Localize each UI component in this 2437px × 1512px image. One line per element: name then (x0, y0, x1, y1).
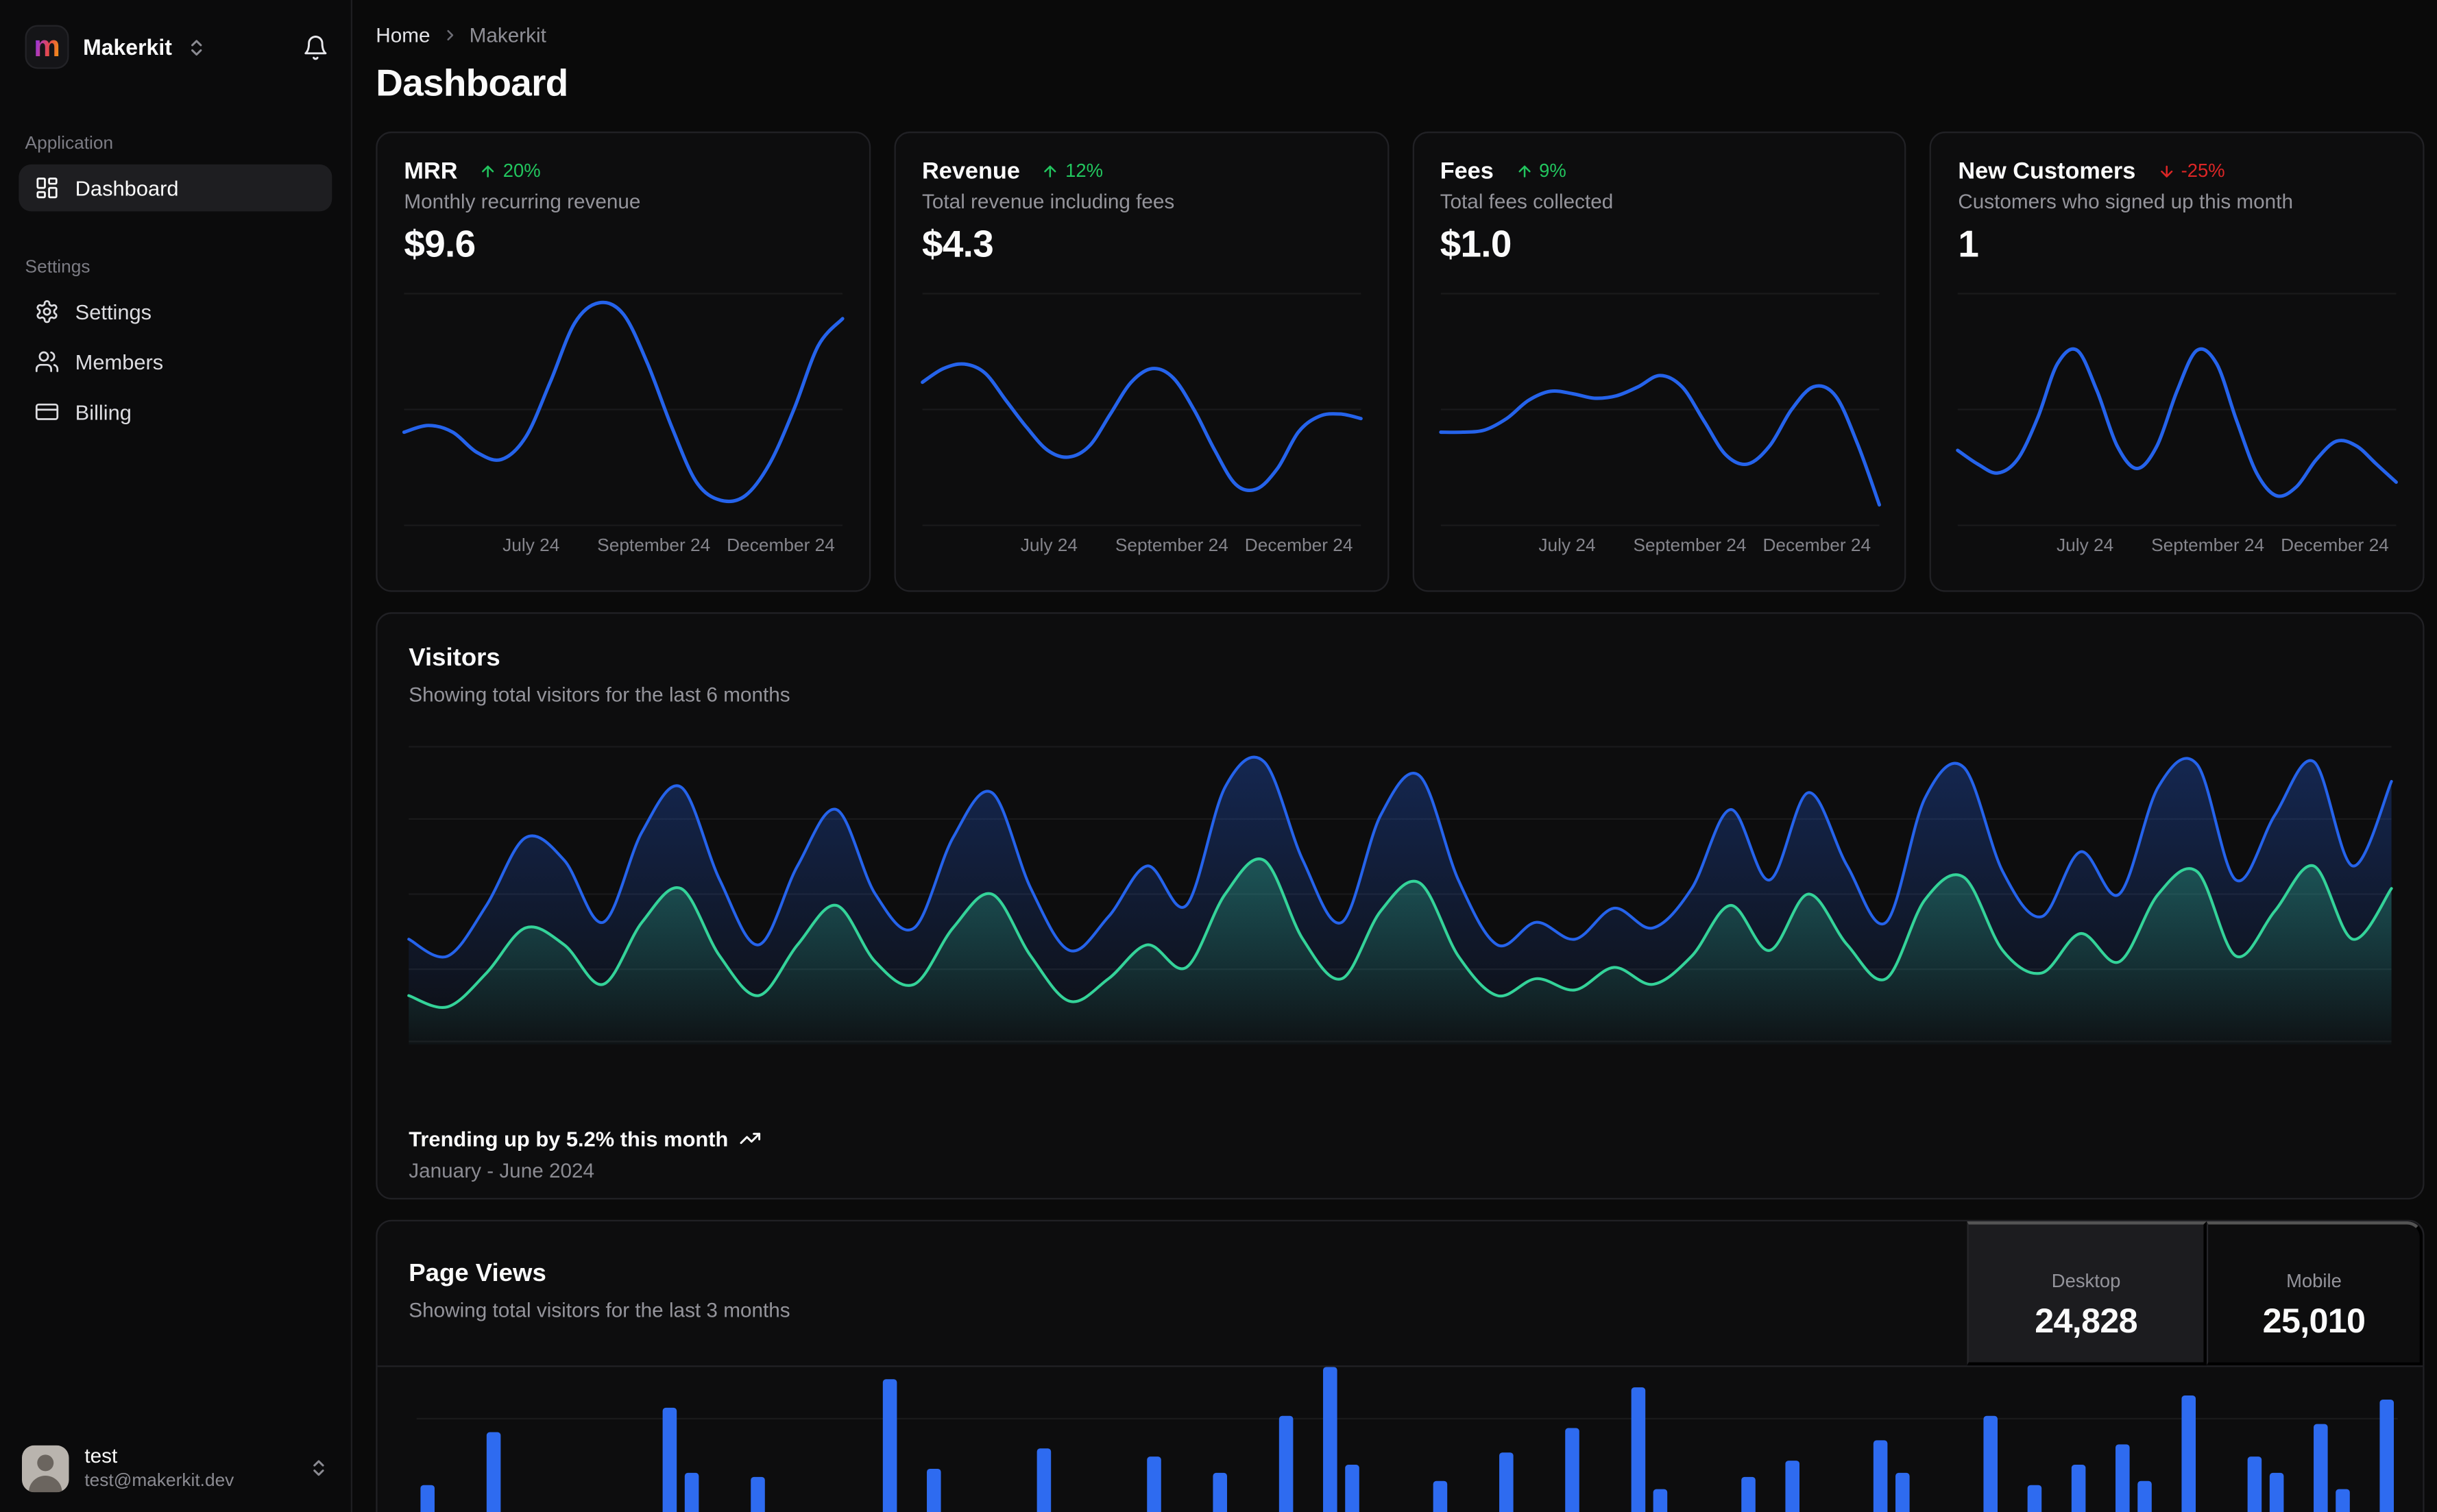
stat-title: Revenue (922, 157, 1020, 184)
sidebar-item-members[interactable]: Members (19, 338, 332, 385)
visitors-subtitle: Showing total visitors for the last 6 mo… (409, 683, 790, 707)
visitors-period: January - June 2024 (409, 1158, 595, 1182)
main-content: Home Makerkit Dashboard MRR 20% Monthly … (352, 0, 2437, 1512)
arrow-down-icon (2157, 162, 2174, 179)
mobile-value: 25,010 (2262, 1301, 2366, 1341)
app-window: m Makerkit Application Dashboard Setting… (0, 0, 2437, 1512)
revenue-sparkline-chart (920, 291, 1363, 528)
chart-x-axis: July 24 September 24 December 24 (502, 537, 835, 557)
arrow-up-icon (479, 162, 496, 179)
page-views-header: Page Views Showing total visitors for th… (377, 1221, 2423, 1367)
users-icon (34, 349, 60, 374)
stat-subtitle: Total revenue including fees (922, 189, 1175, 213)
sidebar-nav: Application Dashboard Settings Settings … (0, 88, 351, 1426)
breadcrumb: Home Makerkit (376, 22, 2424, 49)
nav-section-label-application: Application (25, 134, 114, 154)
desktop-value: 24,828 (2035, 1301, 2137, 1341)
mobile-toggle-button[interactable]: Mobile 25,010 (2207, 1221, 2423, 1366)
dashboard-grid-icon (34, 175, 60, 201)
mrr-sparkline-chart (402, 291, 845, 528)
sidebar-item-label: Members (75, 350, 164, 374)
arrow-up-icon (1516, 162, 1533, 179)
stat-value: $1.0 (1440, 223, 1512, 267)
logo-letter: m (34, 30, 60, 64)
visitors-card: Visitors Showing total visitors for the … (376, 612, 2425, 1200)
sidebar-item-settings[interactable]: Settings (19, 288, 332, 335)
workspace-selector: m Makerkit (0, 0, 351, 88)
stat-value: $4.3 (922, 223, 994, 267)
stat-subtitle: Customers who signed up this month (1958, 189, 2293, 213)
workspace-name[interactable]: Makerkit (83, 34, 172, 60)
stat-card-fees: Fees 9% Total fees collected $1.0 July 2… (1411, 131, 1906, 592)
trend-badge: 20% (479, 160, 541, 182)
breadcrumb-current: Makerkit (469, 23, 546, 47)
page-views-card: Page Views Showing total visitors for th… (376, 1219, 2425, 1512)
sidebar-item-label: Billing (75, 400, 132, 424)
page-views-bar-chart (416, 1367, 2398, 1512)
stat-value: $9.6 (404, 223, 476, 267)
stat-card-mrr: MRR 20% Monthly recurring revenue $9.6 J… (376, 131, 871, 592)
nav-section-label-settings: Settings (25, 258, 90, 278)
stat-value: 1 (1958, 223, 1979, 267)
stat-card-revenue: Revenue 12% Total revenue including fees… (893, 131, 1389, 592)
desktop-toggle-button[interactable]: Desktop 24,828 (1967, 1221, 2207, 1366)
sidebar-item-billing[interactable]: Billing (19, 389, 332, 436)
trend-badge: 12% (1042, 160, 1103, 182)
desktop-label: Desktop (2051, 1269, 2121, 1292)
chevrons-up-down-icon[interactable] (186, 37, 206, 58)
chevrons-up-down-icon (308, 1459, 329, 1479)
chart-x-axis: July 24 September 24 December 24 (1538, 537, 1871, 557)
new-customers-sparkline-chart (1956, 291, 2399, 528)
credit-card-icon (34, 400, 60, 425)
user-name: test (84, 1443, 118, 1467)
user-email: test@makerkit.dev (84, 1472, 234, 1491)
sidebar-item-dashboard[interactable]: Dashboard (19, 164, 332, 212)
stat-title: MRR (404, 157, 458, 184)
arrow-up-icon (1042, 162, 1059, 179)
visitors-trend: Trending up by 5.2% this month (409, 1126, 2391, 1151)
notifications-bell-icon[interactable] (302, 34, 329, 60)
makerkit-logo[interactable]: m (25, 25, 69, 69)
page-title: Dashboard (376, 62, 568, 106)
breadcrumb-home-link[interactable]: Home (376, 23, 430, 47)
stat-subtitle: Monthly recurring revenue (404, 189, 641, 213)
page-views-toggles: Desktop 24,828 Mobile 25,010 (1967, 1221, 2423, 1366)
chart-x-axis: July 24 September 24 December 24 (1020, 537, 1353, 557)
chevron-right-icon (441, 27, 459, 44)
user-avatar (21, 1445, 69, 1493)
sidebar: m Makerkit Application Dashboard Setting… (0, 0, 353, 1512)
trending-up-icon (739, 1127, 761, 1149)
gear-icon (34, 299, 60, 324)
stat-subtitle: Total fees collected (1440, 189, 1614, 213)
trend-badge: 9% (1516, 160, 1566, 182)
stat-title: Fees (1440, 157, 1494, 184)
trend-badge: -25% (2157, 160, 2225, 182)
mobile-label: Mobile (2286, 1269, 2342, 1292)
stat-card-new-customers: New Customers -25% Customers who signed … (1930, 131, 2425, 592)
chart-x-axis: July 24 September 24 December 24 (2057, 537, 2389, 557)
user-menu[interactable]: test test@makerkit.dev (0, 1426, 351, 1512)
stat-cards-row: MRR 20% Monthly recurring revenue $9.6 J… (376, 131, 2425, 592)
sidebar-item-label: Settings (75, 300, 152, 324)
fees-sparkline-chart (1438, 291, 1880, 528)
stat-title: New Customers (1958, 157, 2136, 184)
visitors-title: Visitors (409, 645, 500, 672)
visitors-area-chart (407, 744, 2393, 1045)
sidebar-item-label: Dashboard (75, 176, 179, 200)
